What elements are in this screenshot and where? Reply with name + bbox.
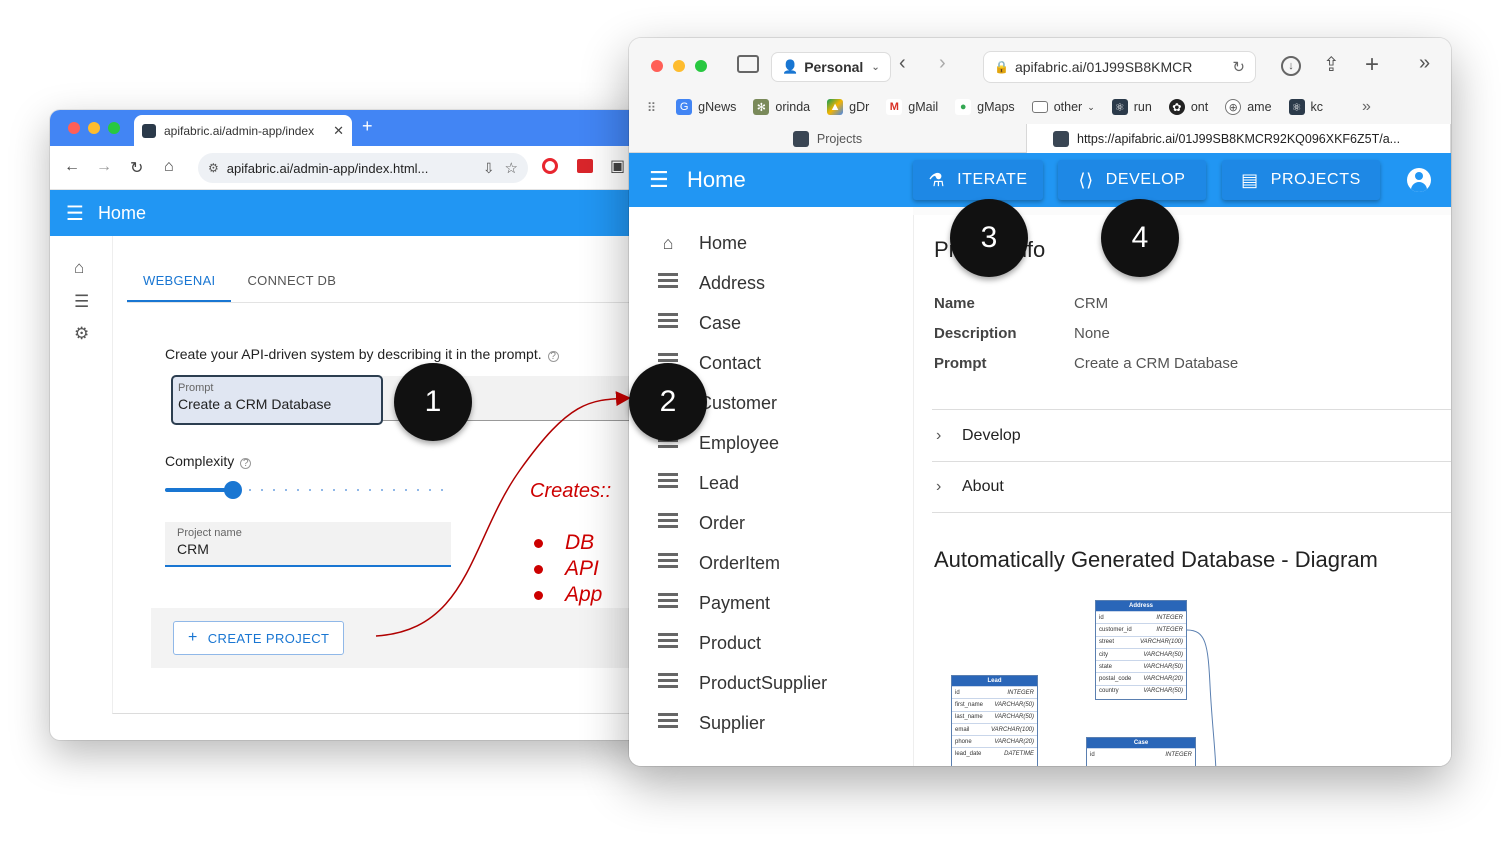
creates-item-api: API [534,556,602,582]
step-badge-1: 1 [394,363,472,441]
annotation-arrow [375,391,631,637]
creates-item-db: DB [534,530,602,556]
creates-list: DB API App [534,530,602,608]
creates-item-app: App [534,582,602,608]
step-badge-4: 4 [1101,199,1179,277]
step-badge-3: 3 [950,199,1028,277]
step-badge-2: 2 [629,363,707,441]
creates-caption: Creates:: [530,480,612,502]
